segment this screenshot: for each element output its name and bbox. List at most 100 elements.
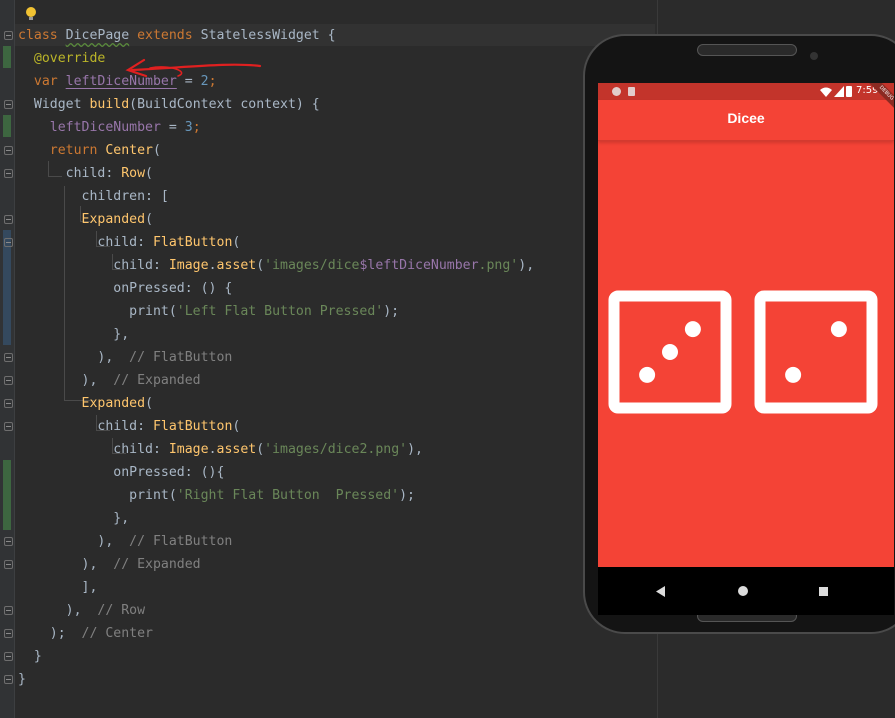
- code-line[interactable]: onPressed: (){: [18, 461, 534, 484]
- code-token: ),: [18, 373, 114, 388]
- dice-pip: [785, 366, 802, 383]
- home-icon[interactable]: [738, 586, 748, 596]
- code-token: (: [145, 166, 153, 181]
- code-token: // FlatButton: [129, 534, 233, 549]
- code-token: Image: [168, 258, 209, 273]
- code-line[interactable]: child: Row(: [18, 162, 534, 185]
- code-token: $leftDiceNumber: [359, 258, 479, 273]
- code-line[interactable]: print('Right Flat Button Pressed');: [18, 484, 534, 507]
- code-line[interactable]: child: FlatButton(: [18, 415, 534, 438]
- fold-toggle[interactable]: [4, 629, 13, 638]
- code-token: 'Left Flat Button Pressed': [176, 304, 384, 319]
- notification-icon: [612, 87, 621, 96]
- code-token: Row: [121, 166, 146, 181]
- dice-pip: [830, 321, 847, 338]
- battery-icon: [846, 86, 852, 97]
- fold-toggle[interactable]: [4, 31, 13, 40]
- fold-toggle[interactable]: [4, 100, 13, 109]
- back-icon[interactable]: [656, 586, 666, 597]
- vcs-change-marker[interactable]: [3, 230, 11, 345]
- nav-bar: [598, 567, 894, 615]
- annotation-arrow-icon: [125, 58, 262, 78]
- code-token: ),: [18, 350, 130, 365]
- code-line[interactable]: @override: [18, 47, 534, 70]
- vcs-change-marker[interactable]: [3, 46, 11, 68]
- fold-toggle[interactable]: [4, 376, 13, 385]
- code-line[interactable]: child: FlatButton(: [18, 231, 534, 254]
- fold-toggle[interactable]: [4, 146, 13, 155]
- code-line[interactable]: Expanded(: [18, 392, 534, 415]
- code-token: (: [145, 396, 154, 411]
- fold-toggle[interactable]: [4, 560, 13, 569]
- code-token: ),: [18, 534, 130, 549]
- code-line[interactable]: },: [18, 507, 534, 530]
- code-line[interactable]: Expanded(: [18, 208, 534, 231]
- right-dice-button[interactable]: [754, 290, 878, 414]
- code-line[interactable]: }: [18, 645, 534, 668]
- code-token: ),: [18, 603, 98, 618]
- code-line[interactable]: },: [18, 323, 534, 346]
- code-line[interactable]: ],: [18, 576, 534, 599]
- code-line[interactable]: ), // FlatButton: [18, 530, 534, 553]
- fold-toggle[interactable]: [4, 399, 13, 408]
- code-line[interactable]: ), // Expanded: [18, 369, 534, 392]
- code-line[interactable]: ), // Expanded: [18, 553, 534, 576]
- code-token: (: [232, 235, 241, 250]
- code-token: // Expanded: [113, 373, 201, 388]
- fold-toggle[interactable]: [4, 169, 13, 178]
- code-token: onPressed: (){: [18, 465, 225, 480]
- code-line[interactable]: var leftDiceNumber = 2;: [18, 70, 534, 93]
- code-token: child:: [18, 166, 122, 181]
- code-token: .png': [478, 258, 519, 273]
- lightbulb-icon[interactable]: [26, 7, 36, 20]
- code-line[interactable]: ), // Row: [18, 599, 534, 622]
- code-line[interactable]: print('Left Flat Button Pressed');: [18, 300, 534, 323]
- vcs-change-marker[interactable]: [3, 460, 11, 530]
- fold-toggle[interactable]: [4, 238, 13, 247]
- code-editor[interactable]: class DicePage extends StatelessWidget {…: [18, 24, 534, 691]
- android-emulator: 7:59 Dicee DEBUG: [583, 34, 895, 634]
- wifi-icon: [820, 87, 832, 97]
- app-screen[interactable]: 7:59 Dicee DEBUG: [598, 83, 894, 567]
- code-token: 'images/dice2.png': [264, 442, 408, 457]
- code-line[interactable]: child: Image.asset('images/dice2.png'),: [18, 438, 534, 461]
- code-token: 3: [184, 120, 193, 135]
- code-line[interactable]: child: Image.asset('images/dice$leftDice…: [18, 254, 534, 277]
- code-line[interactable]: onPressed: () {: [18, 277, 534, 300]
- code-line[interactable]: children: [: [18, 185, 534, 208]
- code-line[interactable]: return Center(: [18, 139, 534, 162]
- code-token: 'Right Flat Button Pressed': [176, 488, 400, 503]
- code-token: build: [89, 97, 130, 112]
- fold-toggle[interactable]: [4, 537, 13, 546]
- fold-toggle[interactable]: [4, 675, 13, 684]
- vcs-change-marker[interactable]: [3, 115, 11, 137]
- code-line[interactable]: leftDiceNumber = 3;: [18, 116, 534, 139]
- recents-icon[interactable]: [819, 587, 828, 596]
- code-token: // Expanded: [113, 557, 201, 572]
- code-token: ],: [18, 580, 98, 595]
- left-dice-button[interactable]: [608, 290, 732, 414]
- code-token: ),: [407, 442, 423, 457]
- code-token: }: [18, 672, 26, 687]
- fold-toggle[interactable]: [4, 606, 13, 615]
- code-line[interactable]: }: [18, 668, 534, 691]
- code-token: (BuildContext context) {: [129, 97, 320, 112]
- code-line[interactable]: ), // FlatButton: [18, 346, 534, 369]
- code-line[interactable]: class DicePage extends StatelessWidget {: [18, 24, 534, 47]
- fold-toggle[interactable]: [4, 353, 13, 362]
- code-token: // Center: [81, 626, 153, 641]
- code-token: (: [256, 258, 265, 273]
- sd-card-icon: [628, 87, 635, 96]
- fold-toggle[interactable]: [4, 422, 13, 431]
- code-token: ),: [518, 258, 535, 273]
- fold-toggle[interactable]: [4, 215, 13, 224]
- code-token: .: [208, 442, 217, 457]
- fold-toggle[interactable]: [4, 652, 13, 661]
- code-line[interactable]: ); // Center: [18, 622, 534, 645]
- dice-face: [754, 290, 878, 414]
- code-line[interactable]: Widget build(BuildContext context) {: [18, 93, 534, 116]
- code-token: class: [18, 28, 66, 43]
- code-token: ),: [18, 557, 114, 572]
